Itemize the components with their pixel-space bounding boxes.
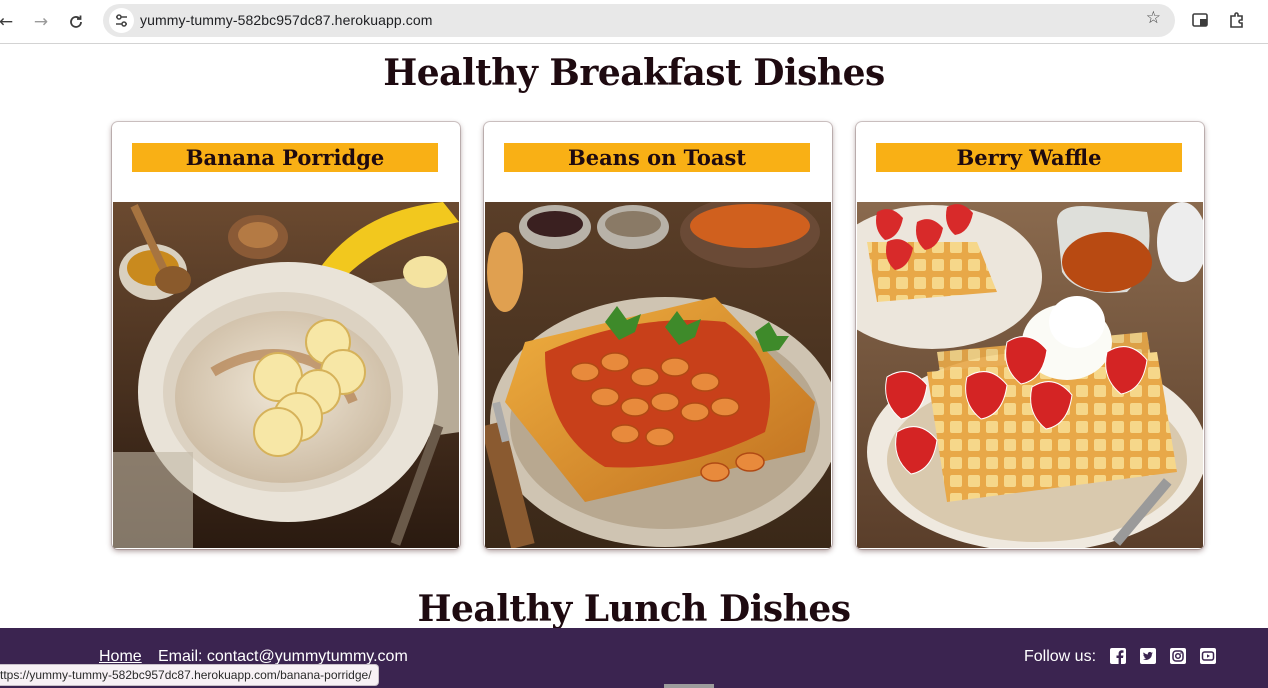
dish-card-berry-waffle[interactable]: Berry Waffle <box>856 122 1204 549</box>
dish-card-beans-on-toast[interactable]: Beans on Toast <box>484 122 832 549</box>
link-status-bar: ttps://yummy-tummy-582bc957dc87.herokuap… <box>0 664 379 686</box>
url-text[interactable]: yummy-tummy-582bc957dc87.herokuapp.com <box>140 12 433 28</box>
beans-on-toast-link[interactable] <box>484 122 832 549</box>
reload-icon[interactable] <box>64 10 88 34</box>
forward-arrow-icon[interactable]: → <box>29 10 53 34</box>
back-arrow-icon[interactable]: ← <box>0 10 18 34</box>
dish-card-banana-porridge[interactable]: Banana Porridge <box>112 122 460 549</box>
youtube-icon[interactable] <box>1200 648 1216 664</box>
section-title-breakfast: Healthy Breakfast Dishes <box>383 52 885 94</box>
banana-porridge-link[interactable] <box>112 122 460 549</box>
bookmark-star-icon[interactable]: ☆ <box>1146 8 1161 28</box>
browser-toolbar: ← → yummy-tummy-582bc957dc87.herokuapp.c… <box>0 0 1268 44</box>
follow-us-label: Follow us: <box>1024 648 1097 665</box>
scrollbar-thumb[interactable] <box>664 684 714 688</box>
site-info-icon[interactable] <box>109 8 134 33</box>
twitter-icon[interactable] <box>1140 648 1156 664</box>
facebook-icon[interactable] <box>1110 648 1126 664</box>
instagram-icon[interactable] <box>1170 648 1186 664</box>
extensions-puzzle-icon[interactable] <box>1227 10 1247 30</box>
address-bar[interactable]: yummy-tummy-582bc957dc87.herokuapp.com ☆ <box>103 4 1175 37</box>
section-title-lunch: Healthy Lunch Dishes <box>417 588 851 630</box>
berry-waffle-link[interactable] <box>856 122 1204 549</box>
reading-mode-icon[interactable] <box>1190 10 1210 30</box>
